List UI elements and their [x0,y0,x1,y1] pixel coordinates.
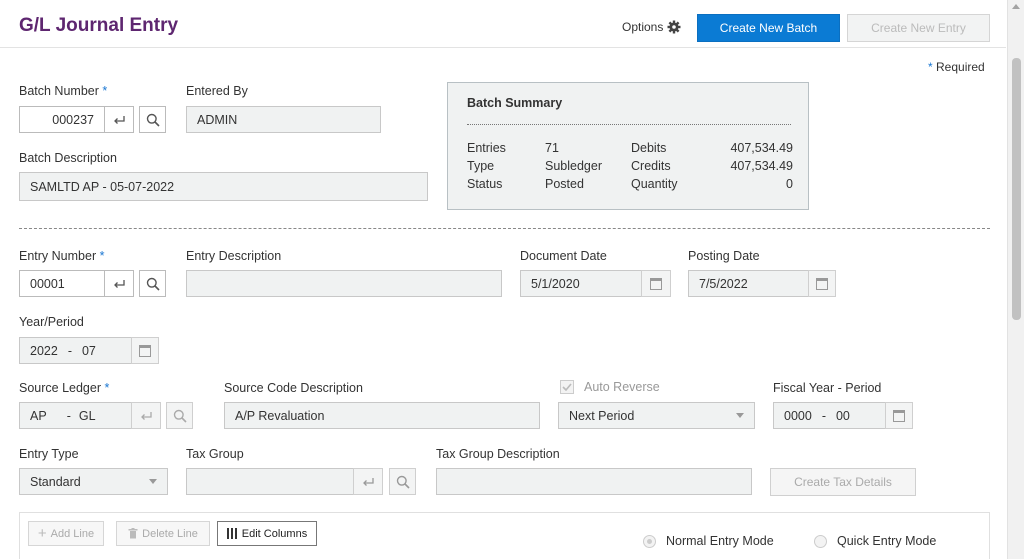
fiscal-year-calendar-button[interactable] [885,402,913,429]
plus-icon: + [37,525,47,542]
batch-description-field: SAMLTD AP - 05-07-2022 [19,172,428,201]
vertical-scrollbar[interactable] [1007,0,1024,559]
posting-date-calendar-button[interactable] [808,270,836,297]
scrollbar-thumb[interactable] [1012,58,1021,320]
entry-description-label: Entry Description [186,249,282,263]
summary-divider [467,124,791,125]
calendar-icon [893,409,905,422]
source-code-description-field: A/P Revaluation [224,402,540,429]
search-icon [173,409,187,423]
source-ledger-go-button[interactable] [131,402,161,429]
tax-group-finder-button[interactable] [389,468,416,495]
entry-number-go-button[interactable] [104,270,134,297]
entry-type-label: Entry Type [19,447,79,461]
calendar-icon [650,277,662,290]
batch-number-input[interactable]: 000237 [19,106,105,133]
entered-by-field: ADMIN [186,106,381,133]
batch-summary-panel: Batch Summary Entries 71 Debits 407,534.… [447,82,809,210]
source-ledger-label: Source Ledger * [19,381,110,395]
batch-number-go-button[interactable] [104,106,134,133]
enter-icon [363,477,374,486]
document-date-calendar-button[interactable] [641,270,671,297]
entry-number-label: Entry Number * [19,249,105,263]
enter-icon [114,115,125,124]
gear-icon [667,20,681,34]
enter-icon [141,411,152,420]
source-code-finder-button[interactable] [166,402,193,429]
batch-description-label: Batch Description [19,151,117,165]
add-line-button[interactable]: + Add Line [28,521,104,546]
create-new-entry-button[interactable]: Create New Entry [847,14,990,42]
fiscal-year-period-label: Fiscal Year - Period [773,381,882,395]
source-ledger-input[interactable]: AP - GL [19,402,132,429]
create-tax-details-button[interactable]: Create Tax Details [770,468,916,496]
create-new-batch-button[interactable]: Create New Batch [697,14,840,42]
entry-number-input[interactable]: 00001 [19,270,105,297]
tax-group-go-button[interactable] [353,468,383,495]
chevron-down-icon [736,413,744,418]
search-icon [396,475,410,489]
batch-summary-table: Entries 71 Debits 407,534.49 Type Subled… [467,139,793,193]
options-label: Options [622,20,664,34]
radio-icon [814,534,827,548]
checkbox-icon [560,380,574,394]
entry-finder-button[interactable] [139,270,166,297]
entry-description-input[interactable] [186,270,502,297]
posting-date-label: Posting Date [688,249,760,263]
document-date-label: Document Date [520,249,607,263]
fiscal-year-period-input[interactable]: 0000 - 00 [773,402,886,429]
posting-date-input[interactable]: 7/5/2022 [688,270,810,297]
radio-icon [643,534,656,548]
scroll-up-arrow[interactable] [1012,4,1020,9]
calendar-icon [139,344,151,357]
calendar-icon [816,277,828,290]
quick-entry-mode-radio[interactable]: Quick Entry Mode [814,534,936,548]
year-period-calendar-button[interactable] [131,337,159,364]
search-icon [146,113,160,127]
entered-by-label: Entered By [186,84,248,98]
entry-type-select[interactable]: Standard [19,468,168,495]
delete-line-button[interactable]: Delete Line [116,521,210,546]
columns-icon [226,528,237,539]
source-code-description-label: Source Code Description [224,381,363,395]
document-date-input[interactable]: 5/1/2020 [520,270,642,297]
year-period-input[interactable]: 2022 - 07 [19,337,132,364]
tax-group-input[interactable] [186,468,354,495]
tax-group-description-field [436,468,752,495]
auto-reverse-label: Auto Reverse [584,380,660,394]
section-divider [19,228,990,229]
trash-icon [128,528,138,539]
auto-reverse-checkbox[interactable]: Auto Reverse [560,380,660,394]
edit-columns-button[interactable]: Edit Columns [217,521,317,546]
summary-row: Status Posted Quantity 0 [467,177,793,191]
summary-row: Entries 71 Debits 407,534.49 [467,141,793,155]
tax-group-description-label: Tax Group Description [436,447,560,461]
batch-number-label: Batch Number * [19,84,108,98]
required-note: * Required [928,60,985,74]
batch-finder-button[interactable] [139,106,166,133]
reverse-period-select[interactable]: Next Period [558,402,755,429]
search-icon [146,277,160,291]
header-divider [0,47,1006,48]
normal-entry-mode-radio[interactable]: Normal Entry Mode [643,534,774,548]
year-period-label: Year/Period [19,315,84,329]
summary-row: Type Subledger Credits 407,534.49 [467,159,793,173]
chevron-down-icon [149,479,157,484]
options-menu[interactable]: Options [622,20,681,34]
tax-group-label: Tax Group [186,447,244,461]
page-title: G/L Journal Entry [19,15,179,36]
enter-icon [114,279,125,288]
batch-summary-title: Batch Summary [467,96,563,110]
